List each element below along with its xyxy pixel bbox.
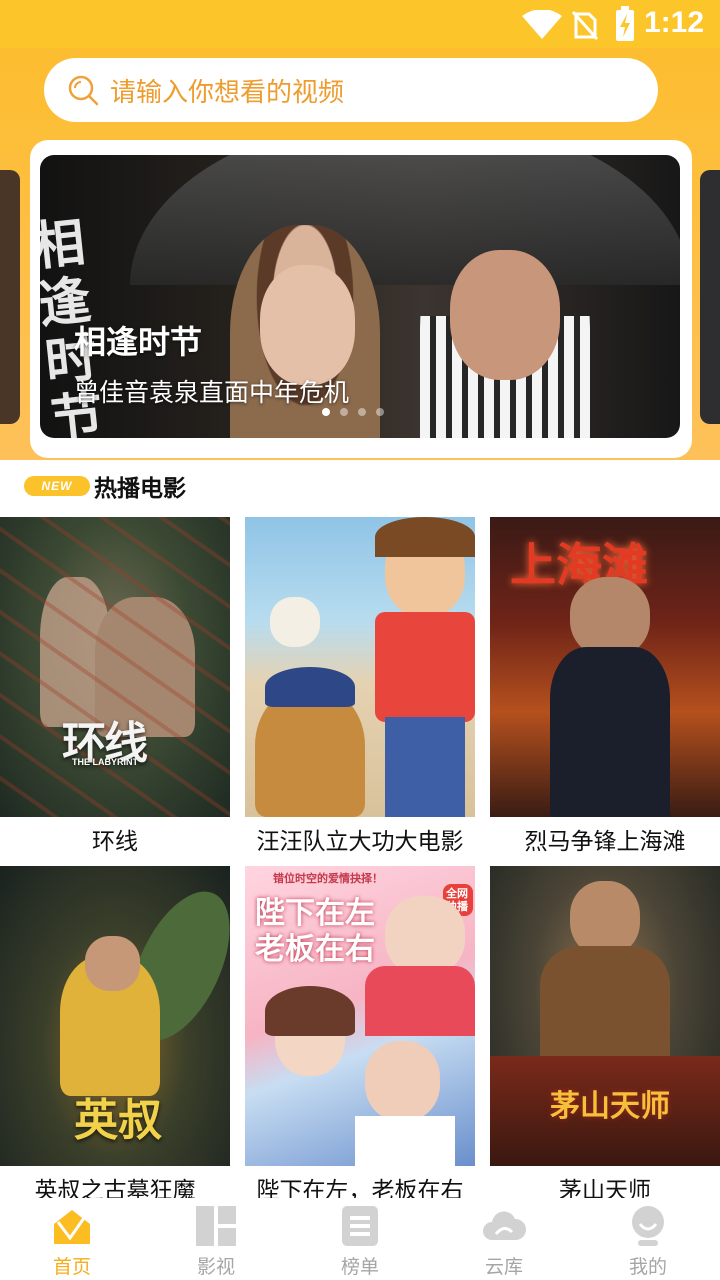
movie-title[interactable]: 烈马争锋上海滩 xyxy=(490,822,720,854)
banner-umbrella-art xyxy=(130,155,680,285)
banner-subtitle: 曾佳音袁泉直面中年危机 xyxy=(74,378,350,407)
carousel-prev-peek[interactable] xyxy=(0,170,20,424)
battery-charging-icon xyxy=(616,6,634,41)
wifi-icon xyxy=(522,10,562,39)
nav-label: 榜单 xyxy=(340,1256,379,1278)
nav-label: 云库 xyxy=(484,1256,523,1278)
movie-poster[interactable]: 上海滩 xyxy=(490,517,720,817)
home-icon xyxy=(54,1210,90,1244)
poster-title-text: 陛下在左 老板在右 xyxy=(255,896,375,967)
carousel-dot[interactable] xyxy=(358,408,366,416)
nav-item-profile[interactable]: 我的 xyxy=(576,1198,720,1280)
poster-subtitle-text: THE LABYRINT xyxy=(72,757,138,767)
section-header: NEW 热播电影 xyxy=(24,468,186,504)
search-icon xyxy=(68,75,99,106)
list-icon xyxy=(342,1206,378,1246)
carousel-dots xyxy=(322,408,384,416)
movie-card[interactable]: 英叔 英叔之古墓狂魔 xyxy=(0,866,230,1203)
nav-item-cloud[interactable]: 云库 xyxy=(432,1198,576,1280)
carousel-dot[interactable] xyxy=(376,408,384,416)
movie-poster[interactable]: 环线 THE LABYRINT xyxy=(0,517,230,817)
carousel-next-peek[interactable] xyxy=(700,170,720,424)
movie-title[interactable]: 环线 xyxy=(0,822,230,854)
banner-actor-art xyxy=(420,220,590,438)
movie-card[interactable]: 上海滩 烈马争锋上海滩 xyxy=(490,517,720,854)
movie-poster[interactable]: 英叔 xyxy=(0,866,230,1166)
nav-item-home[interactable]: 首页 xyxy=(0,1198,144,1280)
grid-icon xyxy=(196,1206,236,1246)
search-placeholder: 请输入你想看的视频 xyxy=(110,77,345,108)
movie-poster[interactable] xyxy=(245,517,475,817)
nav-label: 首页 xyxy=(52,1256,91,1278)
movie-poster[interactable]: 茅山天师 xyxy=(490,866,720,1166)
nav-item-ranking[interactable]: 榜单 xyxy=(288,1198,432,1280)
section-title: 热播电影 xyxy=(94,476,186,502)
nav-label: 我的 xyxy=(628,1256,667,1278)
poster-title-text: 茅山天师 xyxy=(550,1089,670,1124)
movie-card[interactable]: 茅山天师 茅山天师 xyxy=(490,866,720,1203)
carousel-dot[interactable] xyxy=(322,408,330,416)
status-bar: 1:12 xyxy=(0,0,720,48)
nav-label: 影视 xyxy=(196,1256,235,1278)
new-badge: NEW xyxy=(24,476,90,496)
no-sim-icon xyxy=(572,11,598,40)
movie-poster[interactable]: 错位时空的爱情抉择！ 全网独播 陛下在左 老板在右 xyxy=(245,866,475,1166)
banner-slide[interactable]: 相逢时节 相逢时节 曾佳音袁泉直面中年危机 xyxy=(40,155,680,438)
search-bar[interactable]: 请输入你想看的视频 xyxy=(44,58,658,122)
movie-card[interactable]: 汪汪队立大功大电影 xyxy=(245,517,475,854)
bottom-nav: 首页 影视 榜单 云库 我的 xyxy=(0,1198,720,1280)
movie-title[interactable]: 汪汪队立大功大电影 xyxy=(245,822,475,854)
status-time: 1:12 xyxy=(643,6,704,39)
banner-title: 相逢时节 xyxy=(74,323,203,361)
profile-icon xyxy=(632,1206,664,1246)
movie-card[interactable]: 错位时空的爱情抉择！ 全网独播 陛下在左 老板在右 陛下在左，老板在右 xyxy=(245,866,475,1203)
movie-card[interactable]: 环线 THE LABYRINT 环线 xyxy=(0,517,230,854)
poster-title-text: 英叔 xyxy=(74,1095,162,1146)
poster-tagline: 错位时空的爱情抉择！ xyxy=(273,872,383,885)
nav-item-video[interactable]: 影视 xyxy=(144,1198,288,1280)
carousel-dot[interactable] xyxy=(340,408,348,416)
cloud-icon xyxy=(483,1211,526,1240)
